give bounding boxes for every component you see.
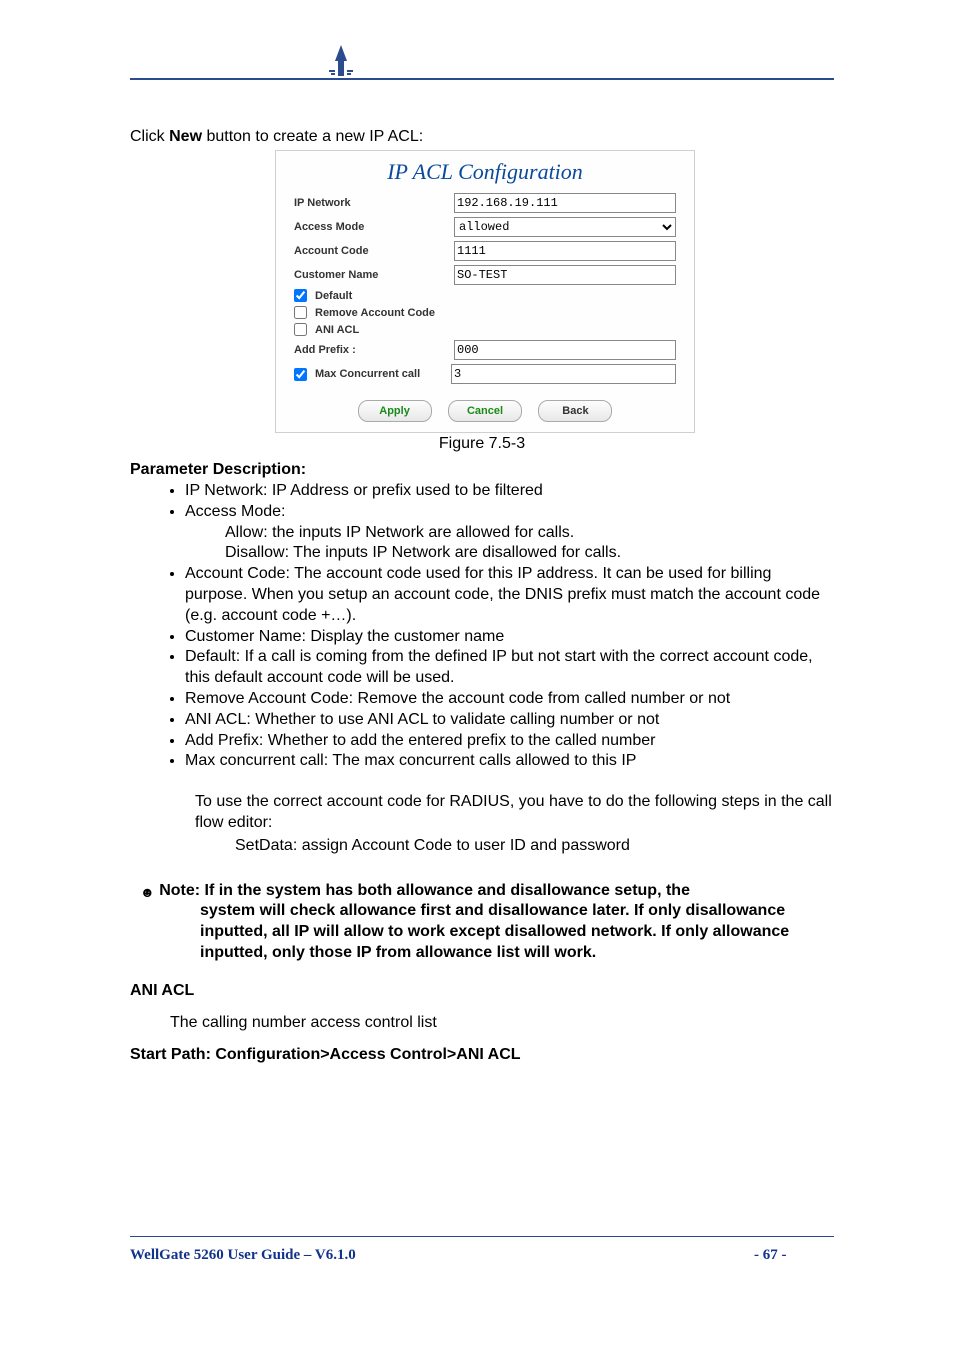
max-concurrent-input[interactable] bbox=[451, 364, 676, 384]
access-mode-label: Access Mode bbox=[294, 221, 454, 233]
parameter-list: IP Network: IP Address or prefix used to… bbox=[130, 481, 834, 772]
note-block: ☻ Note: If in the system has both allowa… bbox=[140, 881, 834, 964]
footer-title: WellGate 5260 User Guide – V6.1.0 bbox=[130, 1247, 754, 1264]
list-item: ANI ACL: Whether to use ANI ACL to valid… bbox=[185, 710, 834, 731]
access-mode-select[interactable]: allowed bbox=[454, 217, 676, 237]
cancel-button[interactable]: Cancel bbox=[448, 400, 522, 422]
start-path: Start Path: Configuration>Access Control… bbox=[130, 1046, 834, 1064]
list-item: Add Prefix: Whether to add the entered p… bbox=[185, 731, 834, 752]
list-item: Customer Name: Display the customer name bbox=[185, 627, 834, 648]
intro-bold: New bbox=[169, 128, 202, 145]
max-concurrent-checkbox[interactable] bbox=[294, 368, 307, 381]
parameter-description-heading: Parameter Description: bbox=[130, 461, 834, 479]
ip-network-label: IP Network bbox=[294, 197, 454, 209]
ani-acl-heading: ANI ACL bbox=[130, 982, 834, 1000]
add-prefix-input[interactable] bbox=[454, 340, 676, 360]
note-lead: Note: If in the system has both allowanc… bbox=[159, 882, 690, 899]
account-code-input[interactable] bbox=[454, 241, 676, 261]
figure-caption: Figure 7.5-3 bbox=[130, 435, 834, 453]
list-item: Max concurrent call: The max concurrent … bbox=[185, 751, 834, 772]
list-item-subline: Disallow: The inputs IP Network are disa… bbox=[225, 543, 834, 564]
intro-text: Click New button to create a new IP ACL: bbox=[130, 128, 834, 146]
list-item: Access Mode: Allow: the inputs IP Networ… bbox=[185, 502, 834, 564]
list-item: Remove Account Code: Remove the account … bbox=[185, 689, 834, 710]
default-checkbox[interactable] bbox=[294, 289, 307, 302]
default-checkbox-label: Default bbox=[315, 290, 352, 302]
intro-suffix: button to create a new IP ACL: bbox=[202, 128, 423, 145]
back-button[interactable]: Back bbox=[538, 400, 612, 422]
panel-title: IP ACL Configuration bbox=[294, 159, 676, 185]
note-icon: ☻ bbox=[140, 883, 155, 901]
logo-icon bbox=[325, 45, 357, 77]
list-item: Default: If a call is coming from the de… bbox=[185, 647, 834, 689]
max-concurrent-label: Max Concurrent call bbox=[315, 368, 451, 380]
remove-account-code-checkbox[interactable] bbox=[294, 306, 307, 319]
customer-name-label: Customer Name bbox=[294, 269, 454, 281]
ani-acl-body: The calling number access control list bbox=[170, 1014, 834, 1032]
account-code-label: Account Code bbox=[294, 245, 454, 257]
apply-button[interactable]: Apply bbox=[358, 400, 432, 422]
list-item: Account Code: The account code used for … bbox=[185, 564, 834, 626]
ip-acl-config-panel: IP ACL Configuration IP Network Access M… bbox=[275, 150, 695, 433]
page-footer: WellGate 5260 User Guide – V6.1.0 - 67 - bbox=[130, 1228, 834, 1264]
intro-prefix: Click bbox=[130, 128, 169, 145]
header-divider bbox=[130, 78, 834, 80]
ip-network-input[interactable] bbox=[454, 193, 676, 213]
footer-page-number: - 67 - bbox=[754, 1247, 834, 1264]
followup-indent-text: SetData: assign Account Code to user ID … bbox=[235, 836, 834, 857]
footer-divider bbox=[130, 1236, 834, 1237]
followup-text: To use the correct account code for RADI… bbox=[195, 792, 834, 834]
ani-acl-checkbox[interactable] bbox=[294, 323, 307, 336]
add-prefix-label: Add Prefix : bbox=[294, 344, 454, 356]
list-item-subline: Allow: the inputs IP Network are allowed… bbox=[225, 523, 834, 544]
list-item: IP Network: IP Address or prefix used to… bbox=[185, 481, 834, 502]
remove-account-code-label: Remove Account Code bbox=[315, 307, 435, 319]
list-item-label: Access Mode: bbox=[185, 503, 285, 520]
note-body: system will check allowance first and di… bbox=[200, 901, 834, 963]
customer-name-input[interactable] bbox=[454, 265, 676, 285]
ani-acl-checkbox-label: ANI ACL bbox=[315, 324, 359, 336]
